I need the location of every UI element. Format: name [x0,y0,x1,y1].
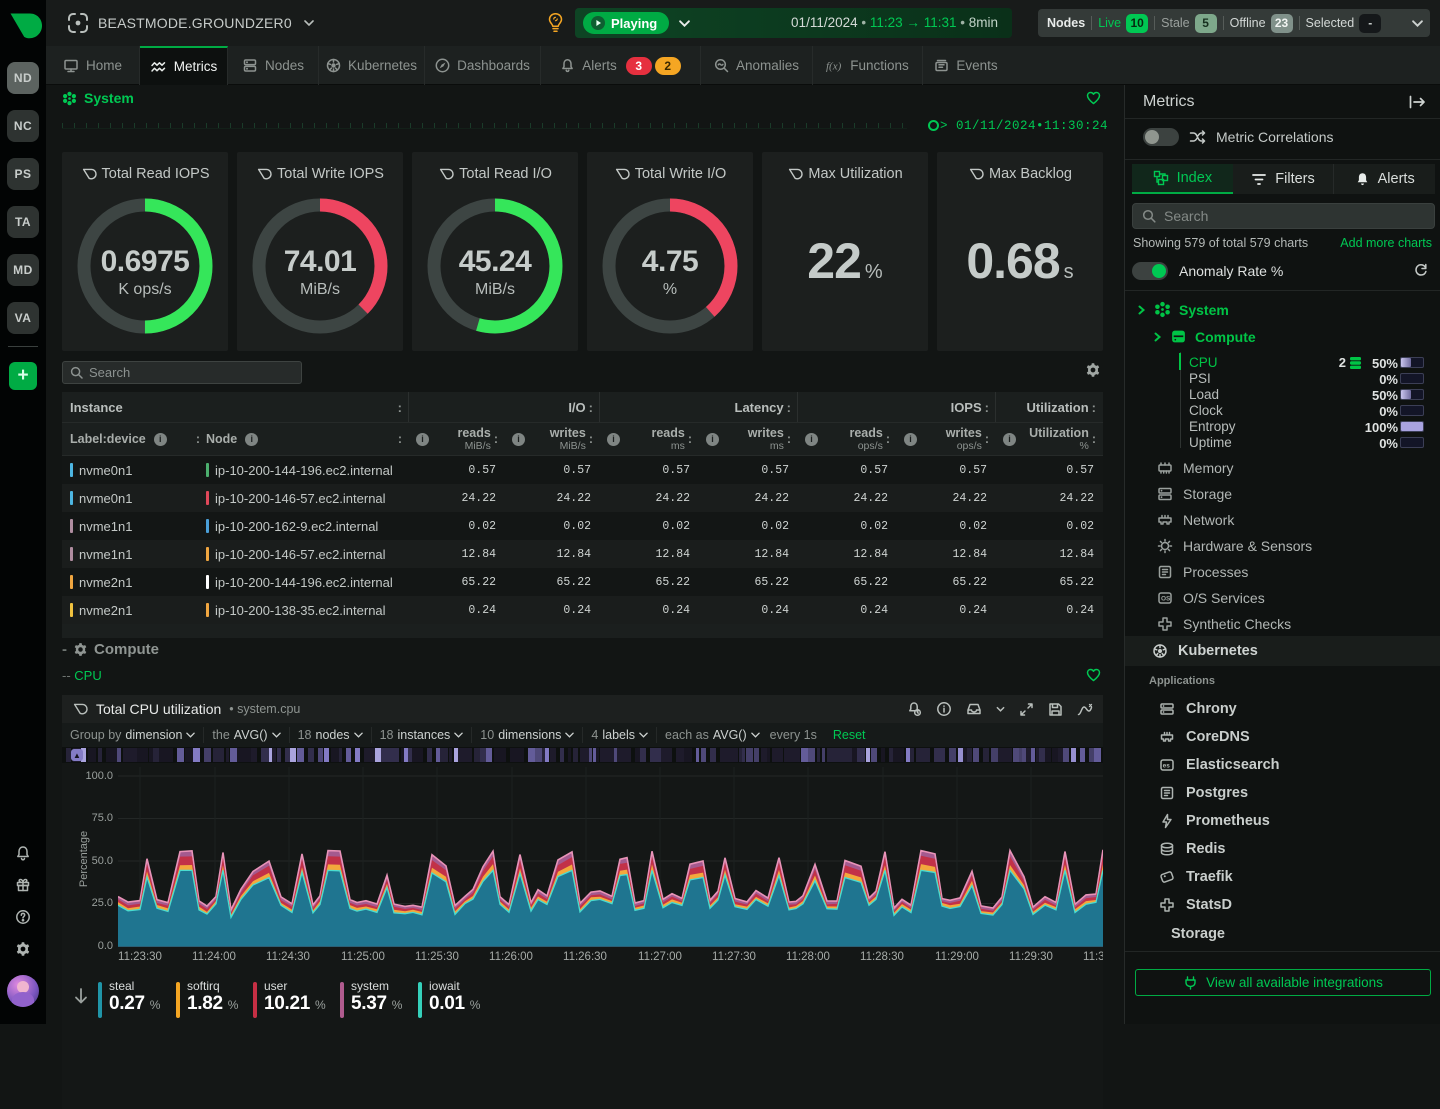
svg-text:f(x): f(x) [826,61,842,73]
svg-text:es: es [1163,763,1171,770]
svg-text:OS: OS [1161,596,1171,603]
